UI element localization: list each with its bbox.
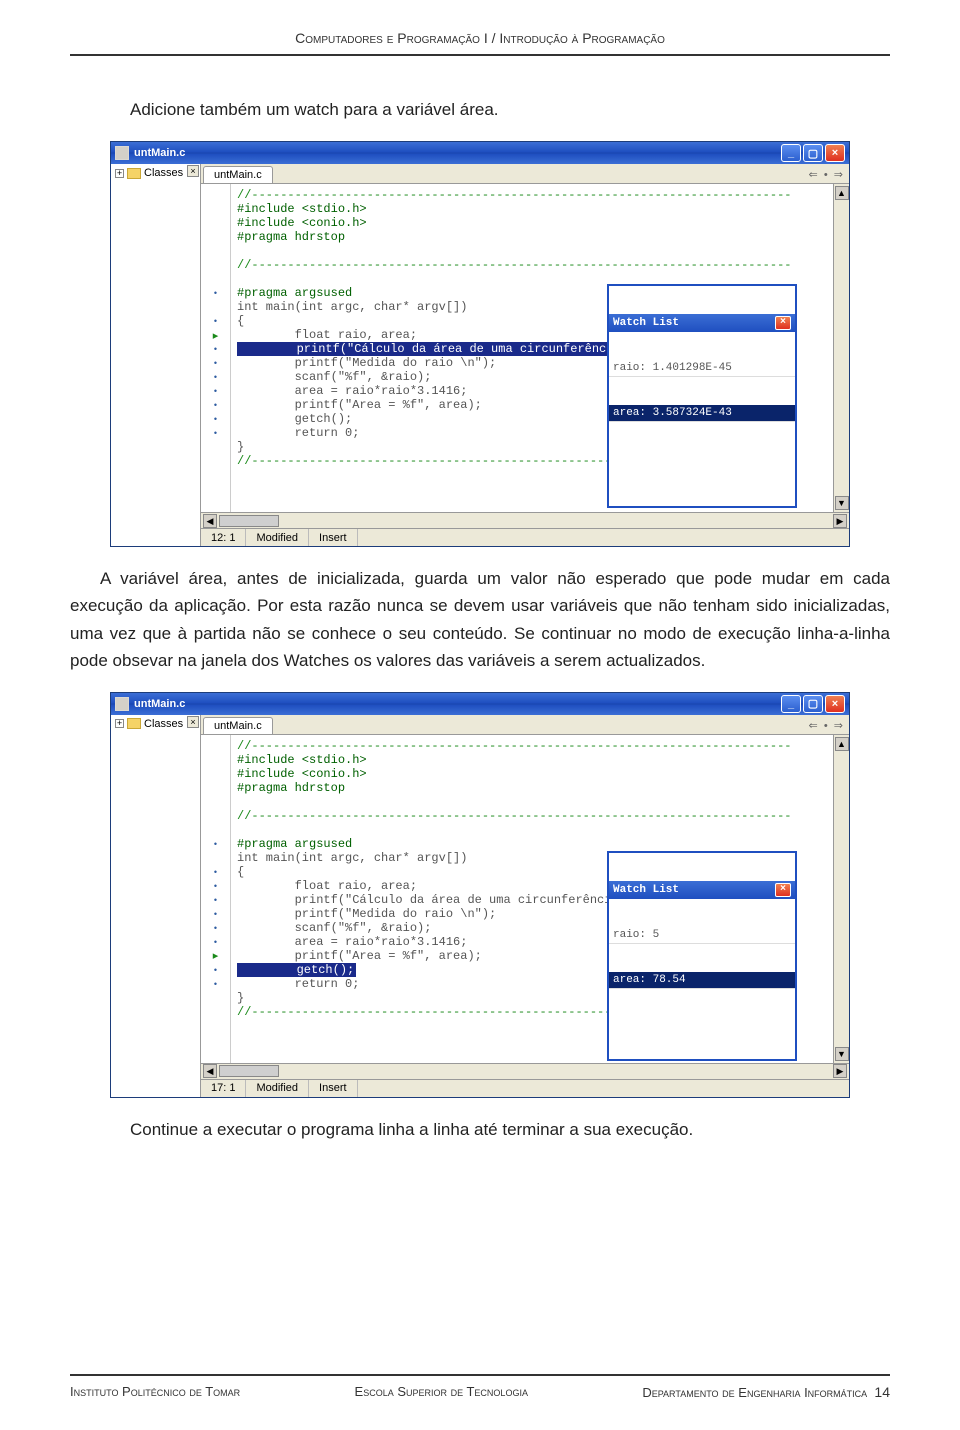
status-modified: Modified <box>246 1080 309 1097</box>
gutter <box>201 735 231 1063</box>
execution-pointer-icon <box>201 328 230 342</box>
tree-expand-icon[interactable]: + <box>115 719 124 728</box>
watch-title: Watch List <box>613 316 679 330</box>
watch-row-raio[interactable]: raio: 1.401298E-45 <box>609 360 795 377</box>
watch-title: Watch List <box>613 883 679 897</box>
scroll-right-icon[interactable]: ▶ <box>833 514 847 528</box>
para-1: Adicione também um watch para a variável… <box>130 96 890 123</box>
folder-icon <box>127 718 141 729</box>
maximize-button[interactable]: ▢ <box>803 144 823 162</box>
folder-icon <box>127 168 141 179</box>
code-editor[interactable]: //--------------------------------------… <box>231 184 833 512</box>
tab-nav[interactable]: ⇐ • ⇒ <box>802 717 849 734</box>
para-2: A variável área, antes de inicializada, … <box>70 565 890 674</box>
app-icon <box>115 697 129 711</box>
class-browser-pane: × + Classes <box>111 715 201 1097</box>
titlebar: untMain.c _ ▢ × <box>111 142 849 164</box>
scroll-down-icon[interactable]: ▼ <box>835 1047 849 1061</box>
footer-right: Departamento de Engenharia Informática <box>642 1385 867 1400</box>
class-browser-pane: × + Classes <box>111 164 201 546</box>
page-number: 14 <box>874 1384 890 1400</box>
page-footer: Instituto Politécnico de Tomar Escola Su… <box>70 1374 890 1400</box>
pane-close-icon[interactable]: × <box>187 165 199 177</box>
watch-close-icon[interactable]: × <box>775 316 791 330</box>
status-bar: 17: 1 Modified Insert <box>201 1079 849 1097</box>
tab-nav[interactable]: ⇐ • ⇒ <box>802 166 849 183</box>
scroll-thumb[interactable] <box>219 515 279 527</box>
screenshot-1: untMain.c _ ▢ × × + Classes untMain.c ⇐ … <box>110 141 850 547</box>
watch-row-raio[interactable]: raio: 5 <box>609 927 795 944</box>
watch-row-area[interactable]: area: 78.54 <box>609 972 795 989</box>
footer-mid: Escola Superior de Tecnologia <box>355 1384 528 1400</box>
vertical-scrollbar[interactable]: ▲ ▼ <box>833 735 849 1063</box>
status-insert: Insert <box>309 529 358 546</box>
scroll-thumb[interactable] <box>219 1065 279 1077</box>
scroll-up-icon[interactable]: ▲ <box>835 186 849 200</box>
footer-left: Instituto Politécnico de Tomar <box>70 1384 240 1400</box>
window-title: untMain.c <box>134 698 185 710</box>
scroll-down-icon[interactable]: ▼ <box>835 496 849 510</box>
screenshot-2: untMain.c _ ▢ × × + Classes untMain.c ⇐ … <box>110 692 850 1098</box>
tab-untmain[interactable]: untMain.c <box>203 717 273 734</box>
minimize-button[interactable]: _ <box>781 144 801 162</box>
scroll-left-icon[interactable]: ◀ <box>203 1064 217 1078</box>
maximize-button[interactable]: ▢ <box>803 695 823 713</box>
code-editor[interactable]: //--------------------------------------… <box>231 735 833 1063</box>
page-header: Computadores e Programação I / Introduçã… <box>70 30 890 56</box>
status-bar: 12: 1 Modified Insert <box>201 528 849 546</box>
tree-label: Classes <box>144 167 183 179</box>
gutter <box>201 184 231 512</box>
watch-close-icon[interactable]: × <box>775 883 791 897</box>
execution-pointer-icon <box>201 949 230 963</box>
status-insert: Insert <box>309 1080 358 1097</box>
vertical-scrollbar[interactable]: ▲ ▼ <box>833 184 849 512</box>
horizontal-scrollbar[interactable]: ◀ ▶ <box>201 1063 849 1079</box>
tab-untmain[interactable]: untMain.c <box>203 166 273 183</box>
pane-close-icon[interactable]: × <box>187 716 199 728</box>
para-3: Continue a executar o programa linha a l… <box>130 1116 890 1143</box>
tree-label: Classes <box>144 718 183 730</box>
scroll-left-icon[interactable]: ◀ <box>203 514 217 528</box>
close-button[interactable]: × <box>825 144 845 162</box>
status-modified: Modified <box>246 529 309 546</box>
titlebar: untMain.c _ ▢ × <box>111 693 849 715</box>
status-pos: 17: 1 <box>201 1080 246 1097</box>
status-pos: 12: 1 <box>201 529 246 546</box>
current-line-highlight: printf("Cálculo da área de uma circunfer… <box>237 342 666 356</box>
horizontal-scrollbar[interactable]: ◀ ▶ <box>201 512 849 528</box>
watch-list-window[interactable]: Watch List × raio: 1.401298E-45 area: 3.… <box>607 284 797 508</box>
current-line-highlight: getch(); <box>237 963 356 977</box>
minimize-button[interactable]: _ <box>781 695 801 713</box>
tree-expand-icon[interactable]: + <box>115 169 124 178</box>
watch-row-area[interactable]: area: 3.587324E-43 <box>609 405 795 422</box>
close-button[interactable]: × <box>825 695 845 713</box>
scroll-up-icon[interactable]: ▲ <box>835 737 849 751</box>
watch-list-window[interactable]: Watch List × raio: 5 area: 78.54 <box>607 851 797 1061</box>
scroll-right-icon[interactable]: ▶ <box>833 1064 847 1078</box>
window-title: untMain.c <box>134 147 185 159</box>
app-icon <box>115 146 129 160</box>
